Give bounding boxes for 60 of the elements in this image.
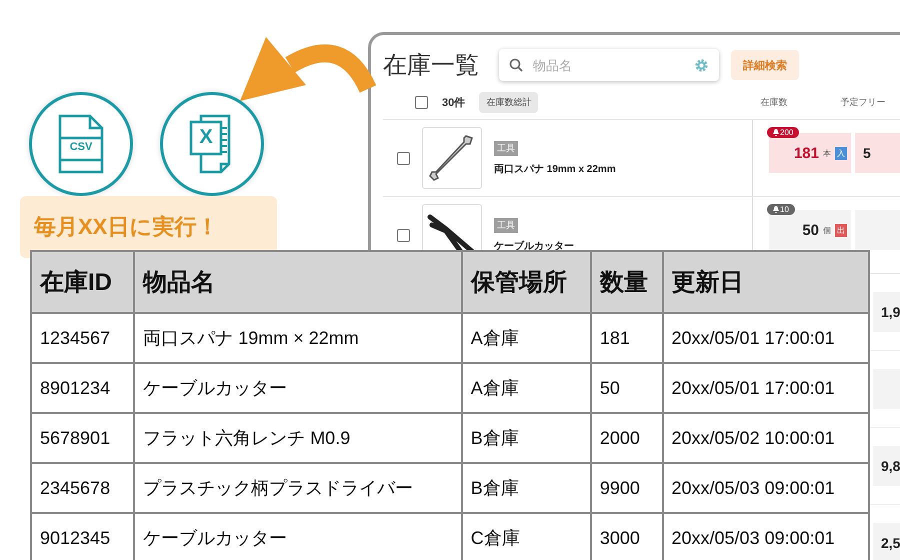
- table-cell: フラット六角レンチ M0.9: [134, 413, 462, 463]
- table-cell: 2345678: [31, 463, 134, 513]
- stock-total-chip[interactable]: 在庫数総計: [479, 92, 538, 112]
- table-cell: 両口スパナ 19mm × 22mm: [134, 313, 462, 363]
- page-title: 在庫一覧: [383, 51, 479, 81]
- product-name: ケーブルカッター: [494, 240, 574, 252]
- table-cell: 20xx/05/01 17:00:01: [662, 313, 869, 363]
- table-cell: A倉庫: [462, 313, 591, 363]
- stock-quantity: 181: [794, 144, 819, 162]
- table-cell: プラスチック柄プラスドライバー: [134, 463, 462, 513]
- excel-export-button[interactable]: X: [160, 92, 264, 196]
- column-header: 在庫ID: [31, 251, 134, 313]
- search-input[interactable]: 物品名: [531, 56, 686, 74]
- table-cell: 20xx/05/03 09:00:01: [662, 463, 869, 513]
- column-header: 更新日: [662, 251, 869, 313]
- checkbox[interactable]: [397, 152, 410, 164]
- product-name: 両口スパナ 19mm x 22mm: [494, 162, 616, 176]
- free-stock-cell: 1,9: [873, 292, 900, 332]
- column-header: 数量: [590, 251, 663, 313]
- advanced-search-button[interactable]: 詳細検索: [731, 50, 799, 80]
- table-cell: 2000: [590, 413, 663, 463]
- table-cell: A倉庫: [462, 363, 591, 413]
- category-tag: 工具: [494, 140, 518, 156]
- table-cell: 181: [590, 313, 663, 363]
- stock-quantity: 50: [802, 222, 819, 238]
- category-tag: 工具: [494, 218, 518, 232]
- bell-icon: [773, 206, 779, 213]
- table-cell: 9900: [590, 463, 663, 513]
- checkbox[interactable]: [415, 96, 428, 108]
- table-cell: ケーブルカッター: [134, 363, 462, 413]
- column-header: 保管場所: [462, 251, 591, 313]
- csv-export-button[interactable]: CSV: [29, 92, 133, 196]
- threshold-value: 200: [780, 128, 794, 137]
- column-header: 予定フリー: [840, 96, 886, 108]
- search-field[interactable]: 物品名: [499, 49, 719, 81]
- threshold-value: 10: [780, 205, 789, 214]
- table-cell: B倉庫: [462, 463, 591, 513]
- free-stock-cell: 5: [855, 133, 900, 173]
- table-cell: 8901234: [31, 363, 134, 413]
- column-header: 物品名: [134, 251, 462, 313]
- table-cell: 20xx/05/01 17:00:01: [662, 363, 869, 413]
- checkbox[interactable]: [397, 228, 410, 242]
- table-cell: 20xx/05/02 10:00:01: [662, 413, 869, 463]
- free-stock-cell: 9,8: [873, 446, 900, 486]
- free-stock-cell: 2,5: [873, 523, 900, 560]
- movement-tag: 入: [835, 146, 847, 160]
- csv-file-icon: [58, 114, 104, 174]
- result-count: 30件: [442, 96, 466, 110]
- movement-tag: 出: [835, 224, 847, 236]
- table-cell: 5678901: [31, 413, 134, 463]
- table-cell: 50: [590, 363, 663, 413]
- column-header: 在庫数: [760, 96, 788, 108]
- bell-icon: [773, 129, 779, 136]
- stock-unit: 本: [823, 148, 831, 158]
- table-cell: 1234567: [31, 313, 134, 363]
- stock-unit: 個: [823, 224, 831, 236]
- table-cell: B倉庫: [462, 413, 591, 463]
- wrench-icon: [428, 132, 476, 184]
- search-icon: [509, 58, 523, 72]
- table-cell: 9012345: [31, 513, 134, 560]
